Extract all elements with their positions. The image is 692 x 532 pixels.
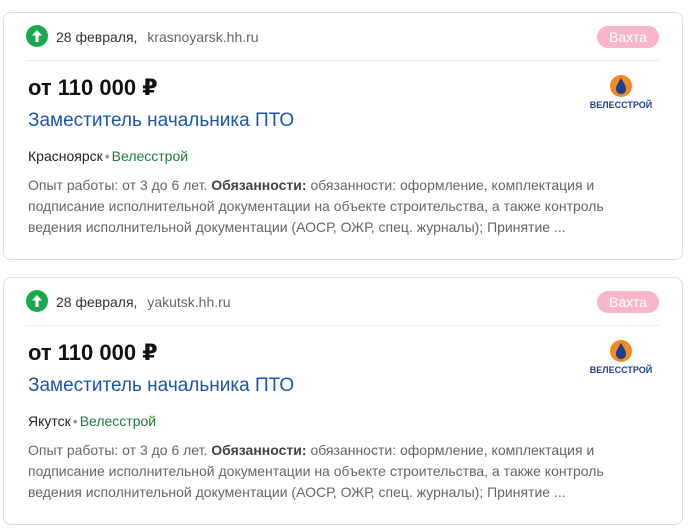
company-logo[interactable]: ВЕЛЕССТРОЙ [583,338,659,378]
card-header: 28 февраля, yakutsk.hh.ru Вахта [4,278,682,325]
source-link[interactable]: yakutsk.hh.ru [147,294,230,310]
location-line: Якутск • Велесстрой [28,413,157,429]
card-header: 28 февраля, krasnoyarsk.hh.ru Вахта [4,13,682,60]
source-link[interactable]: krasnoyarsk.hh.ru [147,29,258,45]
divider [26,60,659,61]
vacancy-meta: 28 февраля, yakutsk.hh.ru [56,294,231,310]
duties-label: Обязанности: [211,442,307,458]
duties-label: Обязанности: [211,177,307,193]
experience-text: Опыт работы: от 3 до 6 лет. [28,442,208,458]
shift-work-badge: Вахта [596,291,659,313]
location-line: Красноярск • Велесстрой [28,148,189,164]
vacancy-card[interactable]: 28 февраля, yakutsk.hh.ru Вахта от 110 0… [3,277,683,525]
company-logo[interactable]: ВЕЛЕССТРОЙ [583,73,659,113]
publish-date: 28 февраля [56,29,134,45]
divider [26,325,659,326]
salary: от 110 000 ₽ [28,75,158,100]
company-link[interactable]: Велесстрой [80,413,156,429]
company-link[interactable]: Велесстрой [112,148,188,164]
vacancy-title-link[interactable]: Заместитель начальника ПТО [28,109,294,133]
shift-work-badge: Вахта [596,26,659,48]
vacancy-description: Опыт работы: от 3 до 6 лет. Обязанности:… [28,440,628,503]
experience-text: Опыт работы: от 3 до 6 лет. [28,177,208,193]
arrow-up-circle-icon [26,290,48,312]
logo-text: ВЕЛЕССТРОЙ [590,364,652,375]
city: Красноярск [28,148,103,164]
publish-date: 28 февраля [56,294,134,310]
vacancy-card[interactable]: 28 февраля, krasnoyarsk.hh.ru Вахта от 1… [3,12,683,260]
logo-text: ВЕЛЕССТРОЙ [590,99,652,110]
vacancy-meta: 28 февраля, krasnoyarsk.hh.ru [56,29,259,45]
vacancy-title-link[interactable]: Заместитель начальника ПТО [28,374,294,398]
arrow-up-circle-icon [26,25,48,47]
vacancy-description: Опыт работы: от 3 до 6 лет. Обязанности:… [28,175,628,238]
city: Якутск [28,413,71,429]
salary: от 110 000 ₽ [28,340,158,365]
